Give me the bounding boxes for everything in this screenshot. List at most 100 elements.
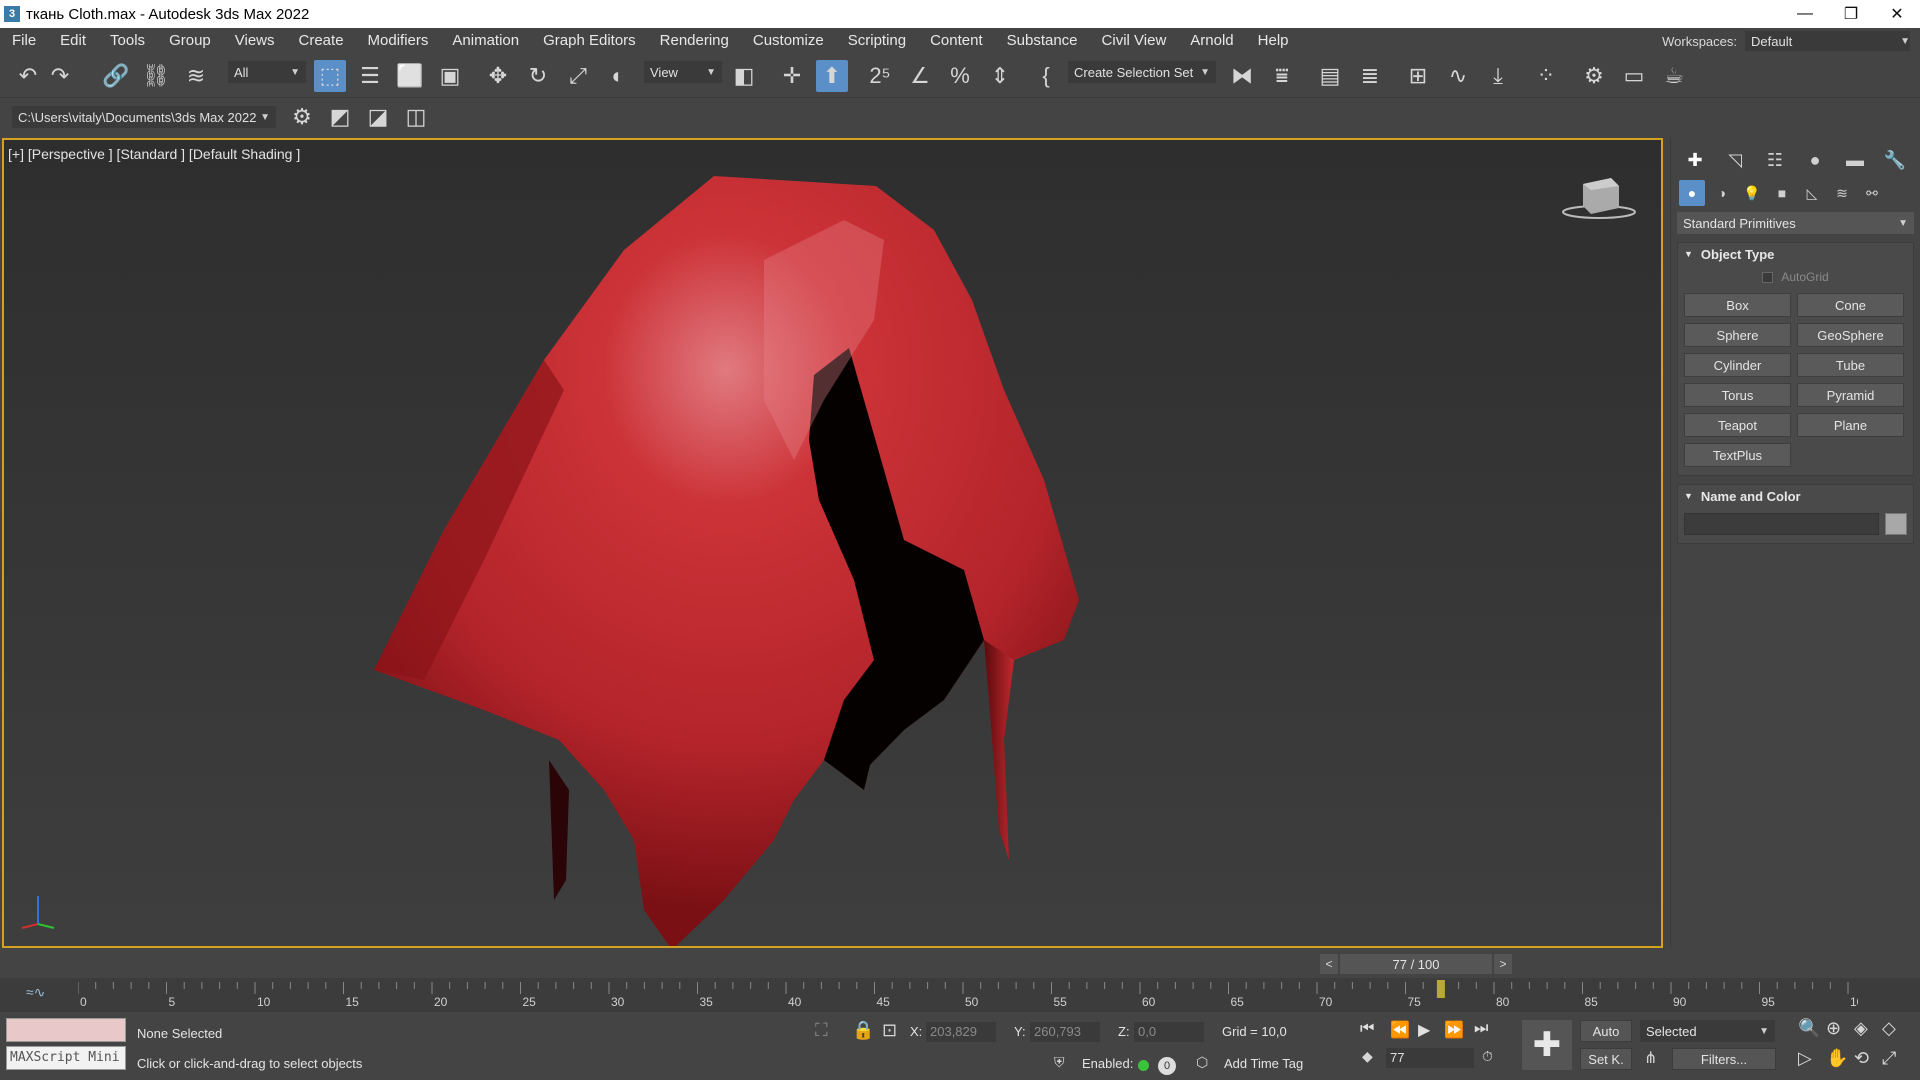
textplus-button[interactable]: TextPlus (1684, 443, 1791, 467)
select-manipulate-icon[interactable]: ✛ (776, 60, 808, 92)
render-production-icon[interactable]: ☕ (1658, 60, 1690, 92)
workspaces-dropdown[interactable]: Default ▼ (1745, 31, 1910, 51)
lights-icon[interactable]: 💡 (1739, 180, 1765, 206)
cone-button[interactable]: Cone (1797, 293, 1904, 317)
absolute-mode-icon[interactable]: ⊡ (882, 1020, 897, 1041)
zoom-extents-icon[interactable]: ◈ (1854, 1018, 1868, 1039)
time-tag-icon[interactable]: ⬡ (1196, 1054, 1208, 1071)
menu-tools[interactable]: Tools (98, 28, 157, 54)
y-coord-field[interactable]: 260,793 (1030, 1022, 1100, 1042)
mirror-icon[interactable]: ⧓ (1226, 60, 1258, 92)
restore-button[interactable]: ❐ (1828, 0, 1874, 28)
geometry-icon[interactable]: ● (1679, 180, 1705, 206)
rotate-icon[interactable]: ↻ (522, 60, 554, 92)
toggle-ribbon-icon[interactable]: ⊞ (1402, 60, 1434, 92)
mini-curve-editor-icon[interactable]: ≈∿ (26, 984, 45, 1001)
zoom-extents-all-icon[interactable]: ◇ (1882, 1018, 1896, 1039)
field-of-view-icon[interactable]: ▷ (1798, 1048, 1812, 1069)
modify-tab-icon[interactable]: ◹ (1719, 146, 1751, 174)
shapes-icon[interactable]: ◑ (1709, 180, 1735, 206)
time-slider-prev[interactable]: < (1320, 954, 1338, 974)
close-button[interactable]: ✕ (1874, 0, 1920, 28)
add-time-tag[interactable]: Add Time Tag (1224, 1056, 1303, 1071)
material-editor-icon[interactable]: ⁘ (1530, 60, 1562, 92)
plane-button[interactable]: Plane (1797, 413, 1904, 437)
next-frame-icon[interactable]: ⏩ (1444, 1020, 1464, 1040)
orbit-icon[interactable]: ⟲ (1854, 1048, 1869, 1069)
cylinder-button[interactable]: Cylinder (1684, 353, 1791, 377)
pivot-center-icon[interactable]: ◧ (728, 60, 760, 92)
menu-views[interactable]: Views (223, 28, 287, 54)
undo-icon[interactable]: ↶ (12, 60, 44, 92)
maxscript-mini-input[interactable]: MAXScript Mini (6, 1046, 126, 1070)
create-empty-project-icon[interactable]: ◩ (324, 101, 356, 133)
autogrid-checkbox[interactable]: AutoGrid (1678, 265, 1913, 289)
create-project-from-selection-icon[interactable]: ◪ (362, 101, 394, 133)
time-configuration-icon[interactable]: ⏱ (1482, 1048, 1493, 1065)
set-key-button[interactable]: Set K. (1580, 1048, 1632, 1070)
menu-civil-view[interactable]: Civil View (1090, 28, 1179, 54)
minimize-button[interactable]: — (1782, 0, 1828, 28)
menu-scripting[interactable]: Scripting (836, 28, 918, 54)
current-frame-spinner[interactable]: 77 (1386, 1048, 1474, 1068)
space-warps-icon[interactable]: ≋ (1829, 180, 1855, 206)
play-icon[interactable]: ▶ (1418, 1020, 1430, 1040)
object-type-header[interactable]: ▼ Object Type (1678, 243, 1913, 265)
menu-create[interactable]: Create (287, 28, 356, 54)
snaps-toggle-icon[interactable]: 2⁵ (864, 60, 896, 92)
teapot-button[interactable]: Teapot (1684, 413, 1791, 437)
current-frame-marker[interactable] (1436, 980, 1445, 998)
select-object-icon[interactable]: ⬚ (314, 60, 346, 92)
geosphere-button[interactable]: GeoSphere (1797, 323, 1904, 347)
frame-ruler[interactable]: 0 5 10 15 20 25 30 35 40 45 50 55 60 65 70 75 80 85 90 95 10… (78, 978, 1858, 1012)
set-project-folder-icon[interactable]: ◫ (400, 101, 432, 133)
menu-arnold[interactable]: Arnold (1178, 28, 1245, 54)
torus-button[interactable]: Torus (1684, 383, 1791, 407)
tube-button[interactable]: Tube (1797, 353, 1904, 377)
create-tab-icon[interactable]: ✚ (1679, 146, 1711, 174)
scale-icon[interactable]: ⤢ (562, 60, 594, 92)
menu-rendering[interactable]: Rendering (648, 28, 741, 54)
named-selection-edit-icon[interactable]: { (1030, 60, 1062, 92)
rendered-frame-window-icon[interactable]: ▭ (1618, 60, 1650, 92)
z-coord-field[interactable]: 0,0 (1134, 1022, 1204, 1042)
keyboard-shortcut-override-icon[interactable]: ⬆ (816, 60, 848, 92)
previous-frame-icon[interactable]: ⏪ (1390, 1020, 1410, 1040)
cameras-icon[interactable]: ■ (1769, 180, 1795, 206)
menu-customize[interactable]: Customize (741, 28, 836, 54)
spinner-snap-icon[interactable]: ⇕ (984, 60, 1016, 92)
angle-snap-icon[interactable]: ∠ (904, 60, 936, 92)
menu-file[interactable]: File (0, 28, 48, 54)
render-setup-icon[interactable]: ⚙ (1578, 60, 1610, 92)
viewcube[interactable] (1561, 174, 1641, 224)
display-tab-icon[interactable]: ▬ (1839, 146, 1871, 174)
set-key-big-icon[interactable]: ✚ (1522, 1020, 1572, 1070)
pan-view-icon[interactable]: ✋ (1826, 1048, 1848, 1069)
menu-edit[interactable]: Edit (48, 28, 98, 54)
default-in-out-tangents-icon[interactable]: ⋔ (1644, 1048, 1657, 1068)
scene-explorer-icon[interactable]: ▤ (1314, 60, 1346, 92)
menu-graph-editors[interactable]: Graph Editors (531, 28, 648, 54)
menu-content[interactable]: Content (918, 28, 995, 54)
utilities-tab-icon[interactable]: 🔧 (1879, 146, 1911, 174)
systems-icon[interactable]: ⚯ (1859, 180, 1885, 206)
enabled-status-dot[interactable] (1138, 1060, 1149, 1071)
category-dropdown[interactable]: Standard Primitives ▼ (1677, 212, 1914, 234)
key-mode-toggle-icon[interactable]: ◆ (1362, 1048, 1373, 1065)
schematic-view-icon[interactable]: ⤓ (1482, 60, 1514, 92)
perspective-viewport[interactable]: [+] [Perspective ] [Standard ] [Default … (2, 138, 1663, 948)
selection-filter-dropdown[interactable]: All ▼ (228, 61, 306, 83)
layer-explorer-icon[interactable]: ≣ (1354, 60, 1386, 92)
key-filters-button[interactable]: Filters... (1672, 1048, 1776, 1070)
create-project-icon[interactable]: ⚙ (286, 101, 318, 133)
track-bar[interactable]: ≈∿ 0 5 10 15 20 25 30 35 40 45 50 55 60 65 70 75 80 85 90 9… (0, 978, 1920, 1012)
unlink-icon[interactable]: ⛓ (140, 60, 172, 92)
name-and-color-header[interactable]: ▼ Name and Color (1678, 485, 1913, 507)
sphere-button[interactable]: Sphere (1684, 323, 1791, 347)
menu-substance[interactable]: Substance (995, 28, 1090, 54)
cloth-object[interactable] (4, 140, 1663, 948)
time-slider-thumb[interactable]: 77 / 100 (1340, 954, 1492, 974)
auto-key-button[interactable]: Auto (1580, 1020, 1632, 1042)
align-icon[interactable]: ⩸ (1266, 60, 1298, 92)
zoom-all-icon[interactable]: ⊕ (1826, 1018, 1841, 1039)
